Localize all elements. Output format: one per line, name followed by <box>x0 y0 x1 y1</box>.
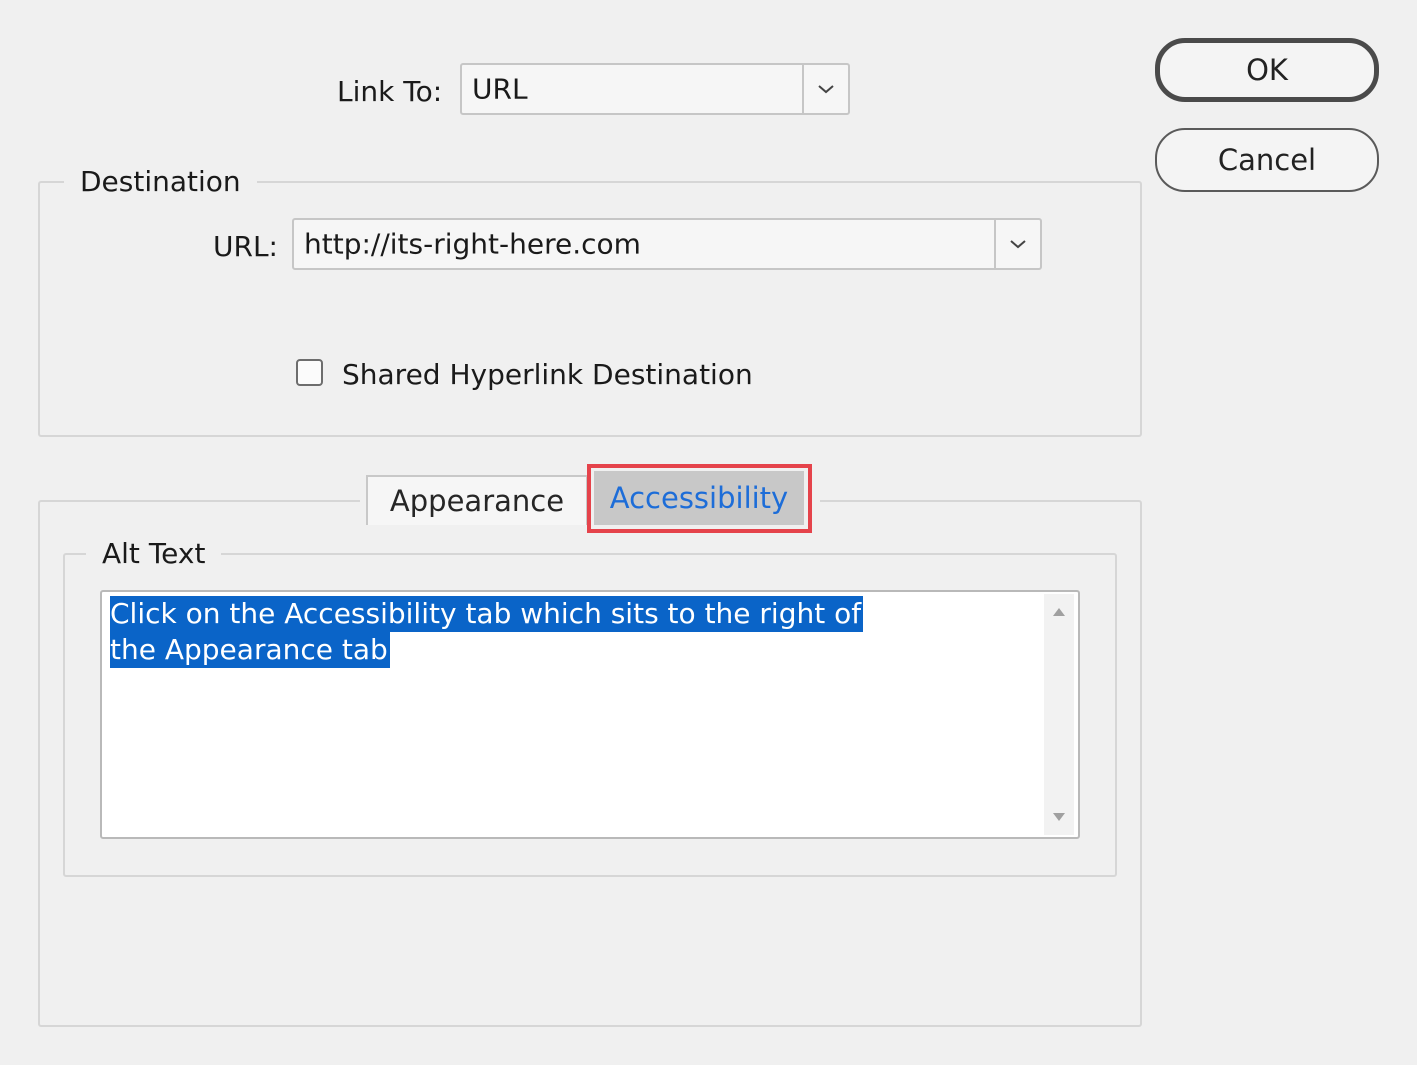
chevron-down-icon <box>818 85 834 94</box>
alt-text-content[interactable]: Click on the Accessibility tab which sit… <box>110 596 864 668</box>
cancel-button[interactable]: Cancel <box>1155 128 1379 192</box>
scroll-down-arrow-icon[interactable] <box>1053 813 1065 821</box>
alt-text-textarea[interactable]: Click on the Accessibility tab which sit… <box>100 590 1080 839</box>
url-dropdown-button[interactable] <box>994 220 1040 268</box>
link-to-dropdown[interactable]: URL <box>460 63 850 115</box>
url-label: URL: <box>213 230 278 263</box>
shared-destination-label[interactable]: Shared Hyperlink Destination <box>342 361 753 389</box>
url-combobox[interactable]: http://its-right-here.com <box>292 218 1042 270</box>
ok-button[interactable]: OK <box>1155 38 1379 102</box>
chevron-down-icon <box>1010 240 1026 249</box>
alt-text-line-1: Click on the Accessibility tab which sit… <box>110 596 864 632</box>
link-to-label: Link To: <box>337 75 443 108</box>
tab-highlight-box <box>587 464 812 533</box>
scroll-up-arrow-icon[interactable] <box>1053 608 1065 616</box>
shared-destination-checkbox[interactable] <box>296 359 323 386</box>
hyperlink-dialog: Link To: URL Destination URL: http://its… <box>0 0 1417 1065</box>
link-to-value: URL <box>472 72 528 106</box>
tab-appearance[interactable]: Appearance <box>366 475 588 525</box>
alt-text-scrollbar[interactable] <box>1044 594 1074 835</box>
alt-text-legend: Alt Text <box>86 537 222 571</box>
destination-legend: Destination <box>64 165 257 199</box>
url-value[interactable]: http://its-right-here.com <box>304 228 641 261</box>
alt-text-line-2: the Appearance tab <box>110 632 390 668</box>
link-to-dropdown-button[interactable] <box>802 65 848 113</box>
